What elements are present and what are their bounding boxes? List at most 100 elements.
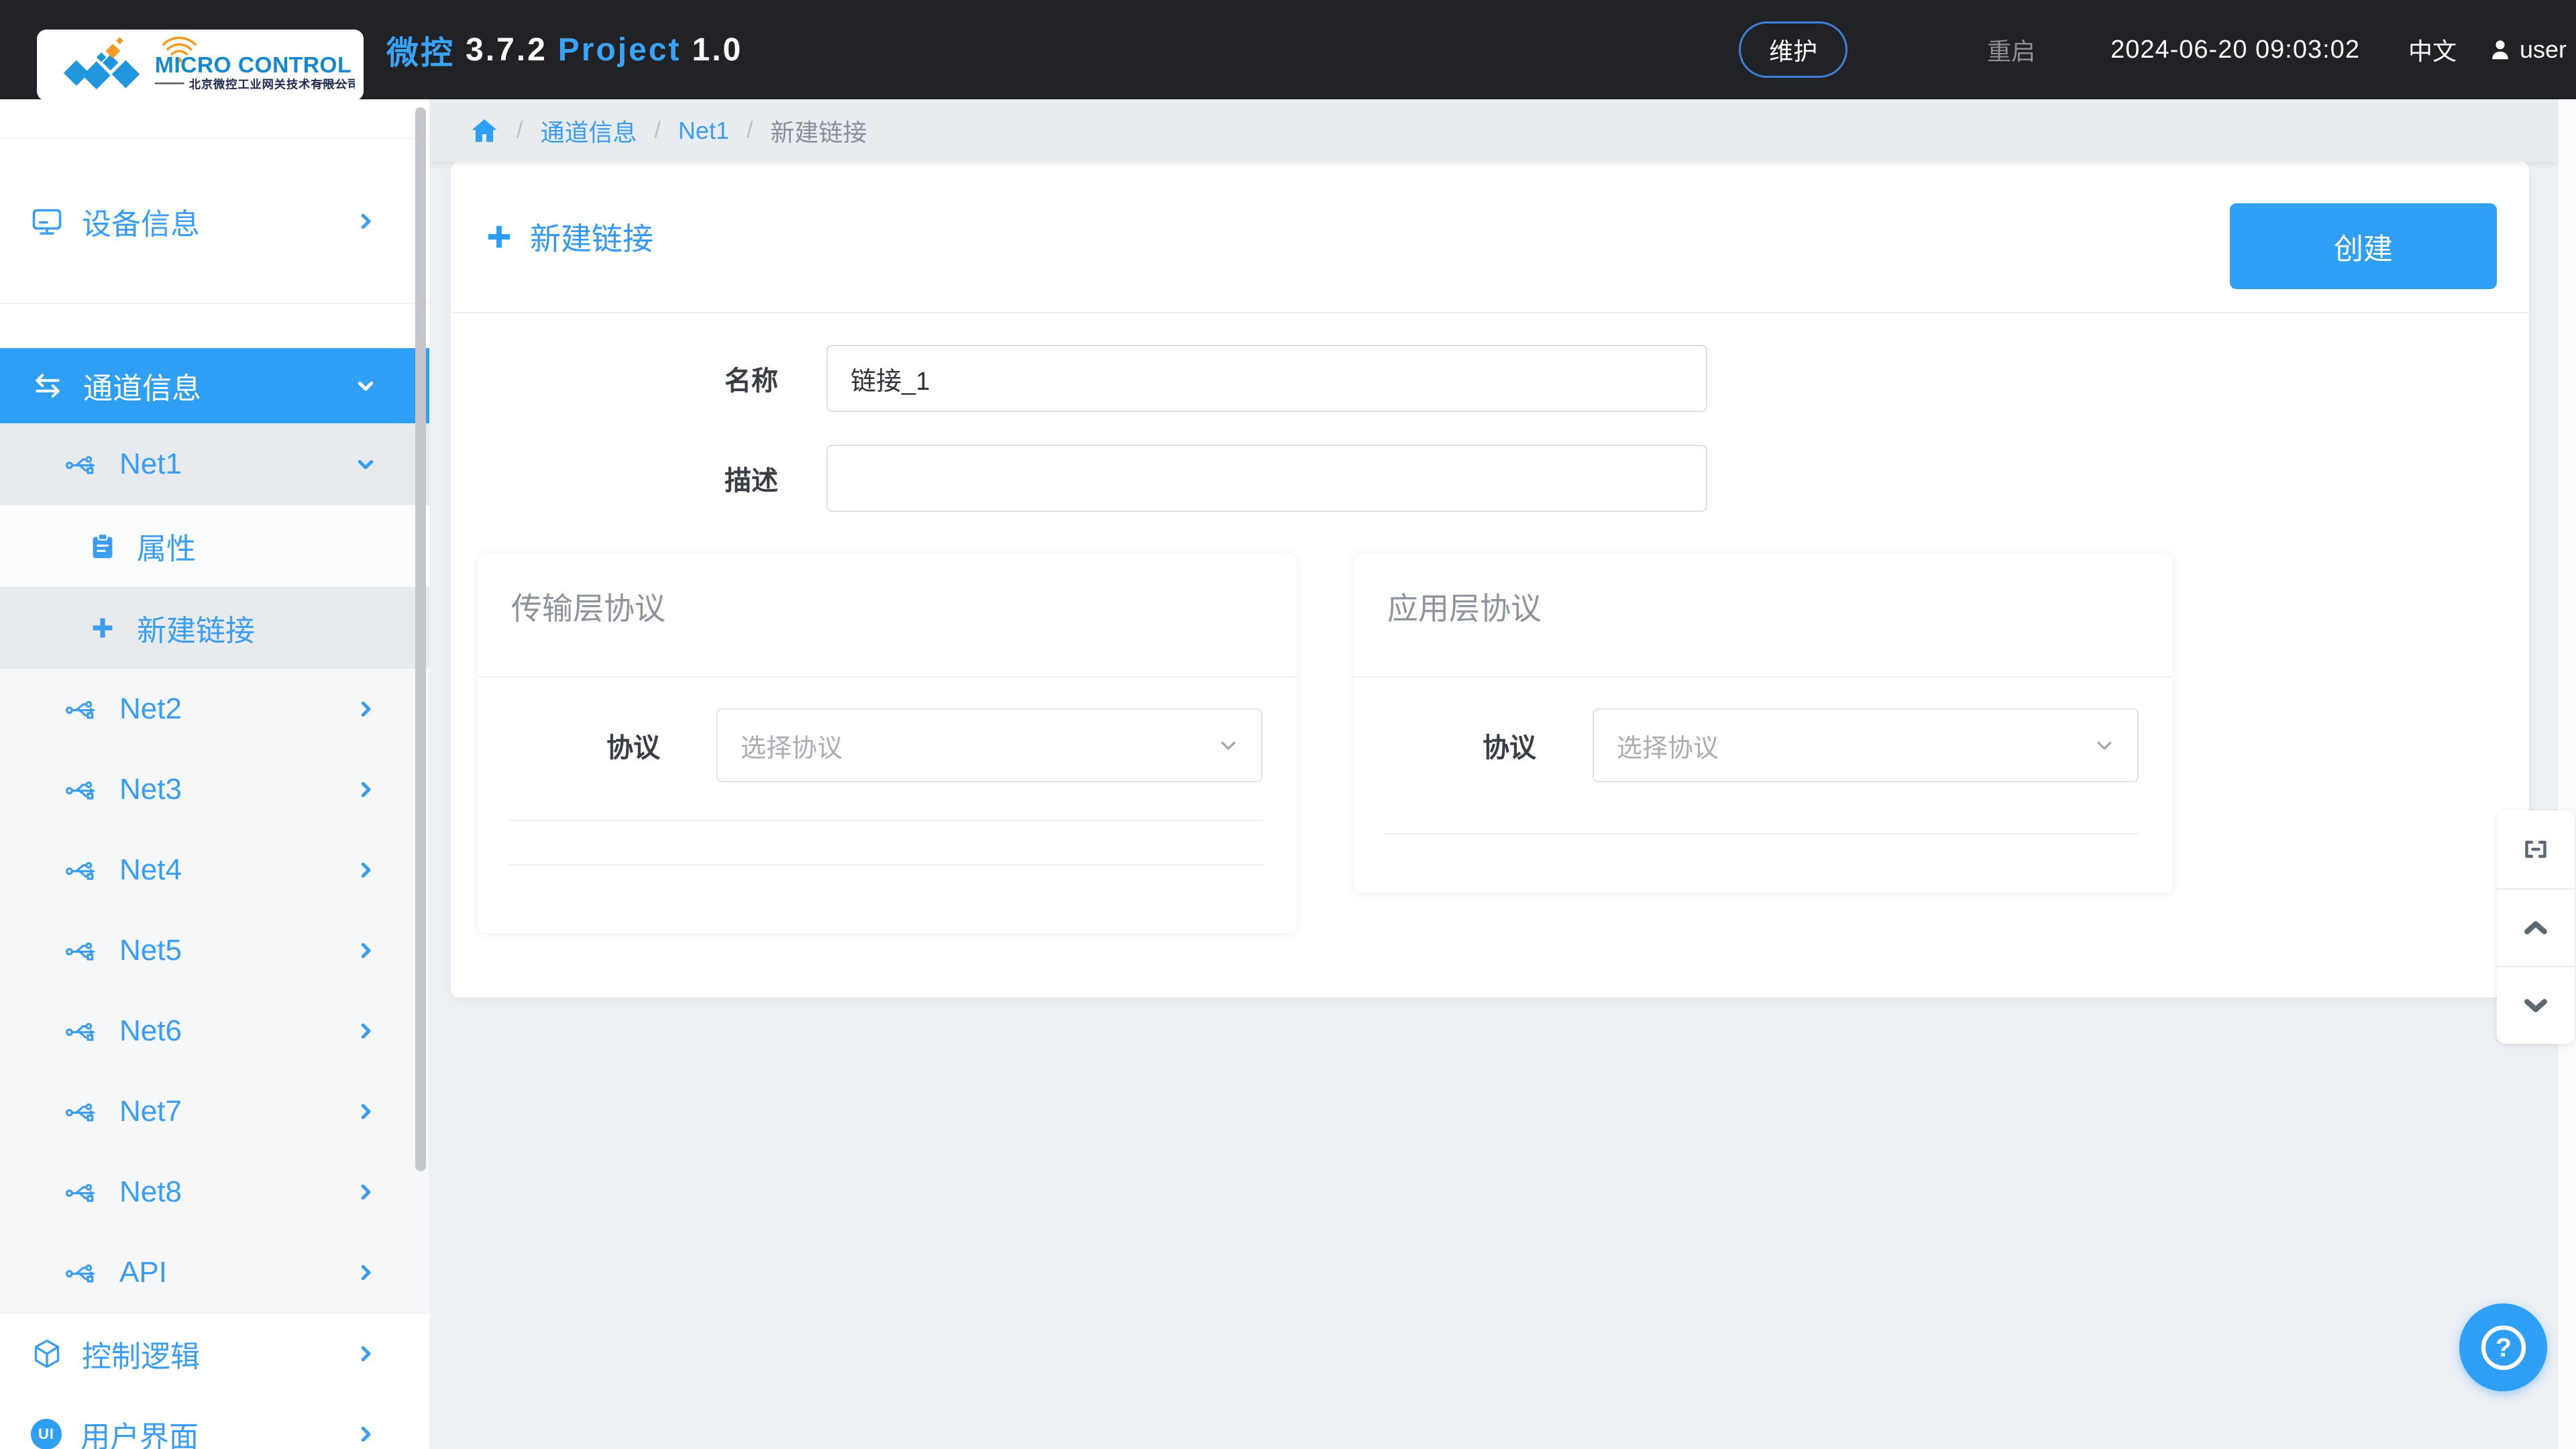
clipboard-icon [93,533,113,558]
help-button[interactable]: ? [2459,1303,2547,1391]
new-link-card: 新建链接 创建 名称 描述 传输层协议 协议 选择协议 应用层协议 协议 选择 [451,162,2529,998]
chevron-right-icon [356,211,376,231]
card-title-text: 新建链接 [530,221,653,256]
usb-icon [65,455,96,474]
sidebar-top-divider [0,99,429,139]
sidebar-item-net3[interactable]: Net3 [0,749,429,830]
collapse-icon[interactable] [2497,810,2575,888]
app-title: 微控 3.7.2 Project 1.0 [386,0,753,99]
user-icon [2492,40,2508,60]
chevron-right-icon [356,1263,376,1283]
project-label: Project [557,32,682,68]
language-switch[interactable]: 中文 [2408,32,2457,67]
logo-orange-diamonds [105,37,123,59]
breadcrumb-item-current: 新建链接 [770,118,867,146]
chevron-right-icon [356,1182,376,1202]
sidebar-scrollbar-thumb[interactable] [415,107,426,1171]
sidebar-item-label: 控制逻辑 [82,1340,200,1373]
panel-divider [478,676,1297,678]
sidebar-item-label: Net3 [119,773,182,806]
monitor-icon [32,209,62,235]
scroll-down-icon[interactable] [2497,966,2575,1044]
select-placeholder: 选择协议 [1617,734,1719,763]
usb-icon [65,1022,96,1041]
chevron-right-icon [356,1021,376,1041]
sidebar-item-channel-info[interactable]: 通道信息 [0,348,429,423]
cube-icon [34,1339,60,1368]
transport-protocol-panel: 传输层协议 协议 选择协议 [478,554,1297,933]
breadcrumb-item-channel-info[interactable]: 通道信息 [540,113,637,148]
plus-icon [93,618,113,638]
description-input[interactable] [826,445,1707,512]
transport-panel-title: 传输层协议 [511,591,665,626]
panel-divider [508,864,1263,865]
transport-protocol-select[interactable]: 选择协议 [716,708,1263,782]
floating-tool-stack [2497,810,2575,1044]
sidebar-item-api[interactable]: API [0,1232,429,1313]
sidebar-item-net7[interactable]: Net7 [0,1071,429,1152]
usb-icon [65,1183,96,1202]
name-input[interactable] [826,345,1707,412]
select-placeholder: 选择协议 [741,734,843,763]
sidebar-item-label: 新建链接 [137,614,255,647]
sidebar-item-label: Net5 [119,934,182,967]
usb-icon [65,1264,96,1283]
sidebar-item-label: 用户界面 [80,1421,199,1449]
top-header-bar: MICRO CONTROL 北京微控工业网关技术有限公司 微控 3.7.2 Pr… [0,0,2576,101]
panel-divider [1385,833,2139,835]
transfer-icon [36,374,60,398]
chevron-down-icon [356,454,376,474]
brand-subtitle-text: 北京微控工业网关技术有限公司 [189,77,354,91]
breadcrumb-item-net1[interactable]: Net1 [678,117,729,145]
sidebar-item-net6[interactable]: Net6 [0,991,429,1071]
sidebar-item-label: Net7 [119,1095,182,1128]
chevron-right-icon [356,780,376,800]
user-menu[interactable]: user [2487,36,2567,64]
ui-icon: UI [31,1419,62,1449]
sidebar-item-net8[interactable]: Net8 [0,1152,429,1232]
usb-icon [65,1103,96,1122]
chevron-right-icon [356,941,376,961]
svg-text:?: ? [2495,1333,2511,1362]
sidebar-item-label: Net2 [119,692,182,725]
home-icon[interactable] [470,116,499,146]
usb-icon [65,942,96,961]
sidebar-item-net2[interactable]: Net2 [0,669,429,749]
sidebar-item-net1-new-link[interactable]: 新建链接 [0,587,429,669]
sidebar-item-user-interface[interactable]: UI 用户界面 [0,1394,429,1449]
sidebar-item-control-logic[interactable]: 控制逻辑 [0,1313,429,1394]
chevron-down-icon [1221,741,1236,750]
application-protocol-select[interactable]: 选择协议 [1593,708,2139,782]
panel-divider [508,820,1263,821]
create-button[interactable]: 创建 [2230,203,2497,289]
sidebar-item-device-info[interactable]: 设备信息 [0,139,429,304]
usb-icon [65,700,96,719]
sidebar-net-group: Net2 Net3 Net4 Net5 Net6 Net7 Net8 API [0,669,429,1313]
chevron-down-icon [2097,741,2112,750]
sidebar-item-net4[interactable]: Net4 [0,830,429,910]
application-protocol-row: 协议 选择协议 [1354,708,2172,782]
sidebar-item-net5[interactable]: Net5 [0,910,429,991]
restart-button[interactable]: 重启 [1987,32,2035,67]
project-version: 1.0 [692,32,743,68]
usb-icon [65,781,96,800]
maintain-button[interactable]: 维护 [1739,21,1848,78]
micro-control-logo-graphic: MICRO CONTROL 北京微控工业网关技术有限公司 [63,36,355,91]
datetime-display: 2024-06-20 09:03:02 [2110,35,2360,64]
chevron-down-icon [356,376,376,396]
sidebar-item-label: API [119,1256,167,1289]
sidebar-item-label: 通道信息 [83,372,201,405]
page-scrollbar-track [2557,99,2576,1449]
sidebar-item-net1[interactable]: Net1 [0,423,429,505]
scroll-up-icon[interactable] [2497,888,2575,966]
plus-icon [488,225,511,248]
sidebar-item-net1-attributes[interactable]: 属性 [0,505,429,587]
sidebar-item-label: 设备信息 [82,207,200,241]
chevron-right-icon [356,860,376,880]
name-label: 名称 [724,366,778,396]
header-right-tools: 维护 重启 2024-06-20 09:03:02 中文 user [1739,0,2567,99]
application-protocol-panel: 应用层协议 协议 选择协议 [1354,554,2172,893]
protocol-label: 协议 [606,733,660,763]
chevron-right-icon [356,1102,376,1122]
